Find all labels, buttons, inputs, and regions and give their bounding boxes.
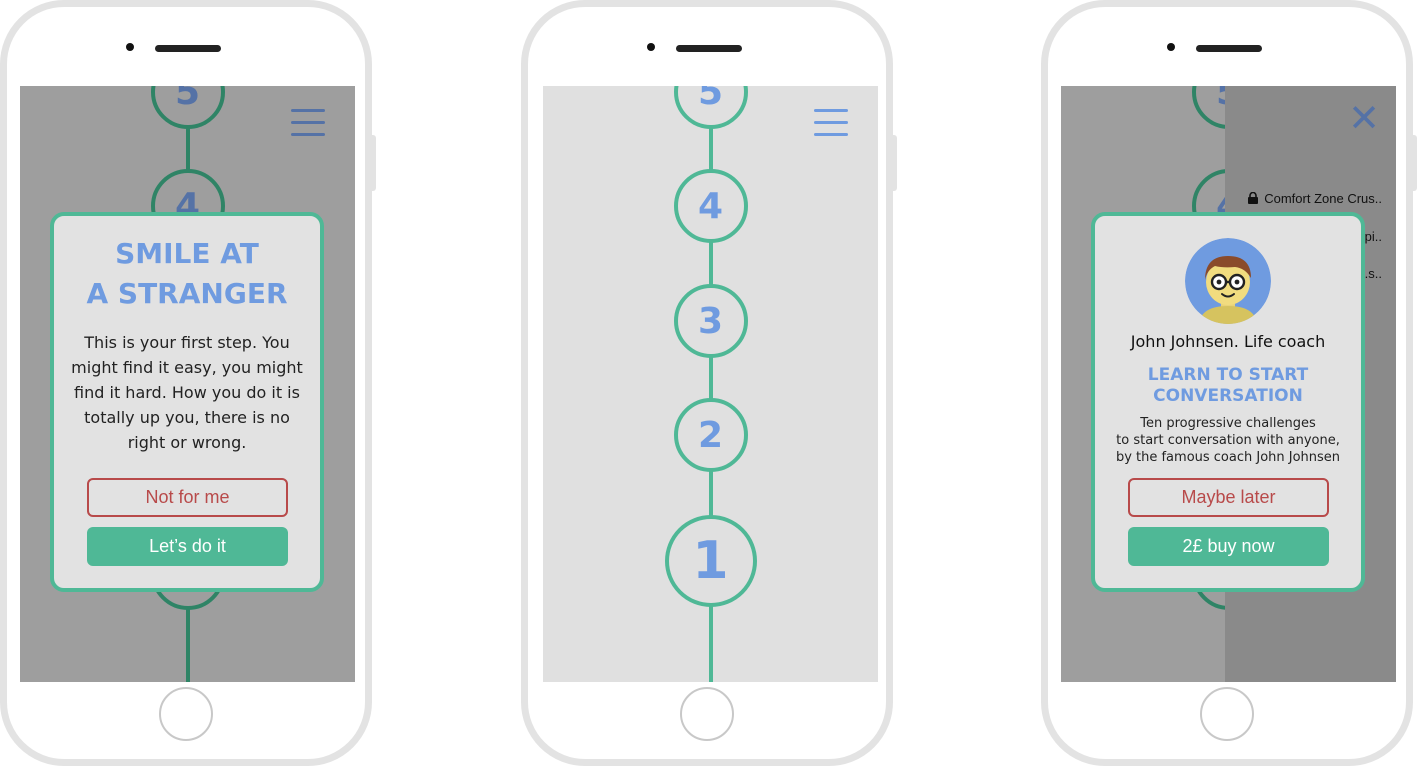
coach-avatar bbox=[1185, 238, 1271, 324]
hamburger-menu-icon[interactable] bbox=[291, 109, 325, 139]
offer-heading-line-2: CONVERSATION bbox=[1153, 386, 1303, 406]
step-node-2[interactable]: 2 bbox=[673, 398, 748, 472]
screen-1: 5 4 SMILE AT A STRANGER This is your fir… bbox=[20, 86, 355, 682]
front-camera bbox=[1167, 43, 1175, 51]
home-button[interactable] bbox=[680, 687, 734, 741]
screen-3: 5 4 ✕ Comfort Zone Crus.. ...pi.. ...s.. bbox=[1061, 86, 1396, 682]
coach-offer-modal: John Johnsen. Life coach LEARN TO START … bbox=[1091, 212, 1365, 592]
close-icon[interactable]: ✕ bbox=[1348, 98, 1380, 138]
modal-body-text: This is your first step. You might find … bbox=[71, 333, 303, 452]
front-camera bbox=[126, 43, 134, 51]
front-camera bbox=[647, 43, 655, 51]
lets-do-it-button[interactable]: Let’s do it bbox=[87, 527, 288, 566]
buy-now-button[interactable]: 2£ buy now bbox=[1128, 527, 1329, 566]
step-node-5[interactable]: 5 bbox=[150, 86, 225, 129]
step-node-5[interactable]: 5 bbox=[673, 86, 748, 129]
home-button[interactable] bbox=[159, 687, 213, 741]
offer-heading: LEARN TO START CONVERSATION bbox=[1095, 365, 1361, 407]
step-node-4[interactable]: 4 bbox=[673, 169, 748, 243]
step-node-3[interactable]: 3 bbox=[673, 284, 748, 358]
earpiece-speaker bbox=[1196, 45, 1262, 52]
lock-icon bbox=[1248, 191, 1259, 204]
drawer-item-label: Comfort Zone Crus.. bbox=[1264, 191, 1382, 206]
offer-description-line-3: by the famous coach John Johnsen bbox=[1115, 450, 1341, 465]
earpiece-speaker bbox=[155, 45, 221, 52]
phone-frame-3: 5 4 ✕ Comfort Zone Crus.. ...pi.. ...s.. bbox=[1041, 0, 1417, 766]
not-for-me-button[interactable]: Not for me bbox=[87, 478, 288, 517]
side-button bbox=[1412, 135, 1417, 191]
offer-description: Ten progressive challenges to start conv… bbox=[1095, 415, 1361, 466]
maybe-later-button[interactable]: Maybe later bbox=[1128, 478, 1329, 517]
offer-description-line-1: Ten progressive challenges bbox=[1140, 416, 1316, 431]
modal-title-line-2: A STRANGER bbox=[86, 277, 288, 310]
offer-description-line-2: to start conversation with anyone, bbox=[1116, 433, 1340, 448]
side-button bbox=[892, 135, 897, 191]
modal-title: SMILE AT A STRANGER bbox=[54, 234, 320, 314]
offer-heading-line-1: LEARN TO START bbox=[1147, 365, 1309, 385]
side-button bbox=[371, 135, 376, 191]
screen-2: 5 4 3 2 1 bbox=[543, 86, 878, 682]
earpiece-speaker bbox=[676, 45, 742, 52]
modal-title-line-1: SMILE AT bbox=[115, 237, 259, 270]
phone-frame-1: 5 4 SMILE AT A STRANGER This is your fir… bbox=[0, 0, 376, 766]
phone-frame-2: 5 4 3 2 1 bbox=[521, 0, 897, 766]
step-node-1[interactable]: 1 bbox=[664, 515, 757, 607]
drawer-item-comfort-zone[interactable]: Comfort Zone Crus.. bbox=[1248, 191, 1382, 206]
hamburger-menu-icon[interactable] bbox=[814, 109, 848, 139]
challenge-modal: SMILE AT A STRANGER This is your first s… bbox=[50, 212, 324, 592]
home-button[interactable] bbox=[1200, 687, 1254, 741]
coach-name: John Johnsen. Life coach bbox=[1130, 332, 1326, 351]
